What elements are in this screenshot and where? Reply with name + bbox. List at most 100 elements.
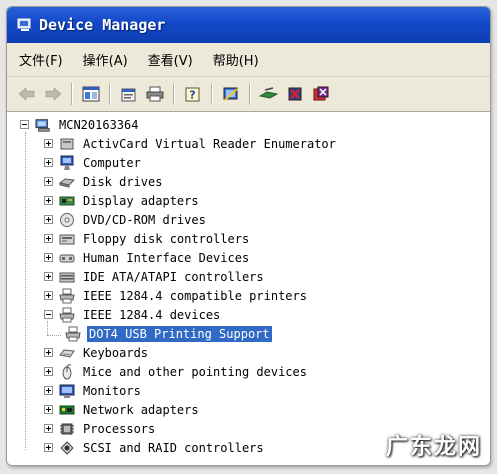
tree-item[interactable]: Network adapters [44,400,201,419]
tree-item-label: Disk drives [83,174,163,189]
tree-connector [47,335,61,336]
expand-toggle[interactable] [44,405,53,414]
monitor-icon [59,383,75,399]
menu-file[interactable]: 文件(F) [19,50,63,69]
tree-child-item[interactable]: DOT4 USB Printing Support [65,324,272,343]
cdrom-icon [59,212,75,228]
network-adapter-icon [59,402,75,418]
expand-toggle[interactable] [44,196,53,205]
tree-item-label: ActivCard Virtual Reader Enumerator [83,136,336,151]
printer-icon [65,326,81,342]
tree-item[interactable]: IEEE 1284.4 devices [44,305,222,324]
properties-icon[interactable] [119,84,139,104]
tree-item[interactable]: ActivCard Virtual Reader Enumerator [44,134,338,153]
tree-item-label: IDE ATA/ATAPI controllers [83,269,264,284]
tree-item[interactable]: Human Interface Devices [44,248,251,267]
expand-toggle[interactable] [44,291,53,300]
forward-arrow-icon[interactable] [43,84,63,104]
toolbar: ? [7,77,490,112]
expand-toggle[interactable] [44,386,53,395]
expand-toggle[interactable] [44,177,53,186]
disk-drive-icon [59,174,75,190]
tree-item[interactable]: Display adapters [44,191,201,210]
tree-item[interactable]: IDE ATA/ATAPI controllers [44,267,266,286]
collapse-toggle[interactable] [44,310,53,319]
expand-toggle[interactable] [44,272,53,281]
processor-icon [59,421,75,437]
display-adapter-icon [59,193,75,209]
tree-item[interactable]: Computer [44,153,143,172]
hid-icon [59,250,75,266]
menu-action[interactable]: 操作(A) [83,50,128,69]
menu-view[interactable]: 查看(V) [148,50,193,69]
expand-toggle[interactable] [44,215,53,224]
update-driver-icon[interactable] [259,84,279,104]
expand-toggle[interactable] [44,424,53,433]
tree-item-label: Keyboards [83,345,149,360]
tree-item-label: Floppy disk controllers [83,231,250,246]
expand-toggle[interactable] [44,234,53,243]
view-tree-icon[interactable] [81,84,101,104]
generic-device-icon [59,136,75,152]
tree-item-label: Human Interface Devices [83,250,250,265]
keyboard-icon [59,345,75,361]
tree-item-label: Network adapters [83,402,199,417]
computer-icon [35,117,51,133]
scsi-controller-icon [59,440,75,456]
tree-item[interactable]: SCSI and RAID controllers [44,438,266,457]
tree-item-label: DOT4 USB Printing Support [87,325,272,342]
tree-item-label: Monitors [83,383,141,398]
floppy-controller-icon [59,231,75,247]
tree-item-label: IEEE 1284.4 devices [83,307,221,322]
tree-item-label: Mice and other pointing devices [83,364,307,379]
back-arrow-icon[interactable] [17,84,37,104]
uninstall-device-icon[interactable] [311,84,331,104]
expand-toggle[interactable] [44,253,53,262]
menu-help[interactable]: 帮助(H) [213,50,259,69]
expand-toggle[interactable] [44,367,53,376]
tree-connector [25,132,26,450]
tree-root[interactable]: MCN20163364 [20,115,140,134]
tree-root-label: MCN20163364 [59,117,139,132]
expand-toggle[interactable] [44,348,53,357]
toolbar-separator [249,83,251,105]
tree-item-label: IEEE 1284.4 compatible printers [83,288,307,303]
device-manager-window: Device Manager 文件(F) 操作(A) 查看(V) 帮助(H) ? [6,6,491,466]
tree-item-label: Processors [83,421,156,436]
window-title: Device Manager [39,16,166,34]
tree-item-label: Display adapters [83,193,199,208]
tree-item[interactable]: Floppy disk controllers [44,229,251,248]
tree-item[interactable]: Keyboards [44,343,150,362]
tree-item[interactable]: Disk drives [44,172,164,191]
tree-item[interactable]: DVD/CD-ROM drives [44,210,208,229]
watermark-text: 广东龙网 [385,435,482,460]
help-icon[interactable]: ? [183,84,203,104]
tree-item[interactable]: Mice and other pointing devices [44,362,309,381]
toolbar-separator [109,83,111,105]
tree-item-label: SCSI and RAID controllers [83,440,264,455]
ide-controller-icon [59,269,75,285]
print-icon[interactable] [145,84,165,104]
expand-toggle[interactable] [44,443,53,452]
device-tree: MCN20163364 ActivCard Virtual Reader Enu… [7,112,490,465]
printer-icon [59,288,75,304]
expand-toggle[interactable] [44,158,53,167]
computer-icon [59,155,75,171]
toolbar-separator [71,83,73,105]
tree-item-label: Computer [83,155,141,170]
toolbar-separator [173,83,175,105]
tree-item[interactable]: Monitors [44,381,143,400]
tree-item-label: DVD/CD-ROM drives [83,212,206,227]
svg-text:?: ? [189,89,195,102]
disable-device-icon[interactable] [285,84,305,104]
collapse-toggle[interactable] [20,120,29,129]
mouse-icon [59,363,75,380]
scan-hardware-icon[interactable] [221,84,241,104]
menu-bar: 文件(F) 操作(A) 查看(V) 帮助(H) [7,43,490,77]
tree-item[interactable]: IEEE 1284.4 compatible printers [44,286,309,305]
title-bar[interactable]: Device Manager [7,7,490,43]
printer-icon [59,307,75,323]
tree-item[interactable]: Processors [44,419,157,438]
expand-toggle[interactable] [44,139,53,148]
device-manager-icon [17,18,33,32]
